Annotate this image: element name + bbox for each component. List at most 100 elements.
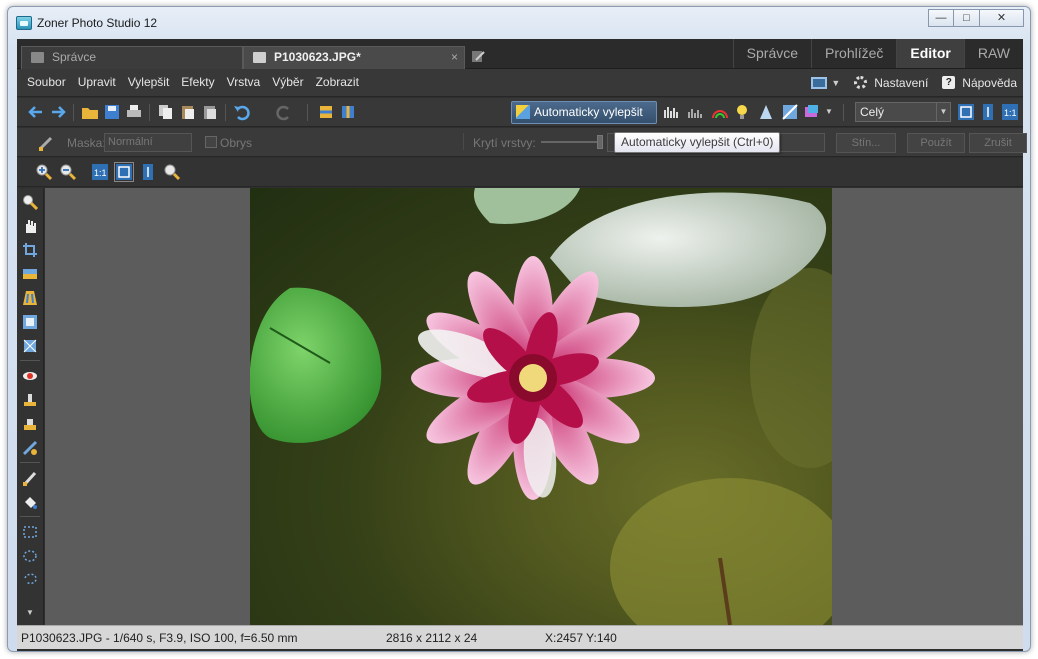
rotate-left-icon[interactable]: [317, 103, 335, 121]
horizon-tool-icon[interactable]: [22, 266, 38, 282]
paste-special-icon[interactable]: [201, 103, 219, 121]
zoom-tool-icon[interactable]: [22, 194, 38, 210]
mode-manager[interactable]: Správce: [732, 39, 811, 68]
mask-select[interactable]: Normální: [104, 133, 192, 152]
actual-size-icon[interactable]: 1:1: [1001, 103, 1019, 121]
menu-layer[interactable]: Vrstva: [221, 69, 267, 96]
tab-document[interactable]: P1030623.JPG* ×: [243, 46, 465, 69]
opacity-slider-track[interactable]: [541, 141, 603, 143]
fit-to-window-icon[interactable]: [957, 103, 975, 121]
opacity-slider-handle[interactable]: [597, 135, 603, 149]
levels-icon[interactable]: [663, 103, 681, 121]
status-bar: P1030623.JPG - 1/640 s, F3.9, ISO 100, f…: [17, 625, 1023, 649]
photo[interactable]: [250, 188, 832, 625]
zoom-fit-icon[interactable]: [163, 163, 181, 181]
help-menu[interactable]: ? Nápověda: [942, 76, 1017, 90]
distortion-tool-icon[interactable]: [22, 338, 38, 354]
toolbar-divider: [73, 104, 74, 121]
title-bar[interactable]: Zoner Photo Studio 12 — □ ✕: [8, 7, 1030, 39]
canvas-tool-icon[interactable]: [22, 314, 38, 330]
tab-document-label: P1030623.JPG*: [274, 50, 361, 64]
ellipse-select-icon[interactable]: [22, 548, 38, 564]
chevron-down-icon: ▼: [831, 77, 841, 88]
shadow-button[interactable]: Stín...: [836, 133, 896, 153]
tab-row: Správce P1030623.JPG* × Správce Prohlíže…: [17, 39, 1023, 69]
outline-checkbox[interactable]: [205, 136, 217, 148]
undo-icon[interactable]: [233, 103, 251, 121]
redo-icon[interactable]: [275, 103, 293, 121]
lightbulb-icon[interactable]: [733, 103, 751, 121]
adjust-image-icon[interactable]: [781, 103, 799, 121]
auto-enhance-label: Automaticky vylepšit: [534, 105, 643, 119]
mode-editor[interactable]: Editor: [896, 39, 964, 68]
tool-panel: ▼: [17, 188, 44, 625]
mask-label: Maska:: [67, 136, 106, 150]
apply-button[interactable]: Použít: [907, 133, 965, 153]
menu-enhance[interactable]: Vylepšit: [122, 69, 176, 96]
lasso-select-icon[interactable]: [22, 572, 38, 588]
menu-effects[interactable]: Efekty: [175, 69, 220, 96]
cancel-button[interactable]: Zrušit: [969, 133, 1027, 153]
zoom-out-icon[interactable]: [59, 163, 77, 181]
print-icon[interactable]: [125, 103, 143, 121]
maximize-button[interactable]: □: [954, 9, 980, 27]
chevron-down-icon[interactable]: ▼: [825, 107, 833, 116]
status-dimensions: 2816 x 2112 x 24: [386, 631, 478, 645]
tool-divider: [20, 360, 40, 361]
brush-icon[interactable]: [37, 134, 55, 152]
red-eye-icon[interactable]: [22, 368, 38, 384]
close-button[interactable]: ✕: [980, 9, 1024, 27]
mode-raw[interactable]: RAW: [963, 39, 1023, 68]
fit-height-icon[interactable]: [979, 103, 997, 121]
new-tab-icon[interactable]: [471, 49, 485, 63]
fit-to-window-icon[interactable]: [114, 162, 134, 182]
help-label: Nápověda: [962, 75, 1017, 90]
zoom-select[interactable]: Celý ▼: [855, 102, 951, 122]
rect-select-icon[interactable]: [22, 524, 38, 540]
crop-tool-icon[interactable]: [22, 242, 38, 258]
monitor-menu[interactable]: ▼: [811, 76, 841, 89]
sharpen-icon[interactable]: [757, 103, 775, 121]
minimize-button[interactable]: —: [928, 9, 954, 27]
folder-icon: [31, 52, 44, 63]
actual-size-icon[interactable]: 1:1: [91, 163, 109, 181]
effects-icon[interactable]: [803, 103, 821, 121]
tab-close-icon[interactable]: ×: [451, 47, 458, 68]
clone-stamp-icon[interactable]: [22, 392, 38, 408]
fill-bucket-icon[interactable]: [22, 494, 38, 510]
menu-view[interactable]: Zobrazit: [310, 69, 365, 96]
settings-label: Nastavení: [874, 75, 929, 90]
zoom-in-icon[interactable]: [35, 163, 53, 181]
settings-menu[interactable]: Nastavení: [854, 76, 928, 90]
retouch-brush-icon[interactable]: [22, 440, 38, 456]
open-folder-icon[interactable]: [81, 103, 99, 121]
curves-icon[interactable]: [687, 103, 705, 121]
back-arrow-icon[interactable]: [27, 103, 45, 121]
rainbow-icon[interactable]: [711, 103, 729, 121]
tab-manager[interactable]: Správce: [21, 46, 243, 69]
perspective-tool-icon[interactable]: [22, 290, 38, 306]
tab-manager-label: Správce: [52, 50, 97, 64]
opacity-label: Krytí vrstvy:: [473, 136, 536, 150]
hand-tool-icon[interactable]: [22, 218, 38, 234]
main-toolbar: Automaticky vylepšit ▼ Celý ▼ 1:1: [17, 98, 1023, 127]
mode-viewer[interactable]: Prohlížeč: [811, 39, 896, 68]
healing-brush-icon[interactable]: [22, 416, 38, 432]
menu-file[interactable]: Soubor: [21, 69, 72, 96]
menu-selection[interactable]: Výběr: [266, 69, 309, 96]
more-tools-chevron-icon[interactable]: ▼: [26, 608, 34, 617]
paste-icon[interactable]: [179, 103, 197, 121]
auto-enhance-button[interactable]: Automaticky vylepšit: [511, 101, 657, 124]
image-canvas[interactable]: [45, 188, 1023, 625]
window-controls: — □ ✕: [928, 9, 1024, 27]
rotate-right-icon[interactable]: [339, 103, 357, 121]
copy-icon[interactable]: [157, 103, 175, 121]
menu-edit[interactable]: Upravit: [72, 69, 122, 96]
save-icon[interactable]: [103, 103, 121, 121]
status-coordinates: X:2457 Y:140: [545, 631, 617, 645]
forward-arrow-icon[interactable]: [49, 103, 67, 121]
status-file-info: P1030623.JPG - 1/640 s, F3.9, ISO 100, f…: [21, 631, 298, 645]
fit-height-icon[interactable]: [139, 163, 157, 181]
paint-brush-icon[interactable]: [22, 470, 38, 486]
toolbar-divider: [225, 104, 226, 121]
